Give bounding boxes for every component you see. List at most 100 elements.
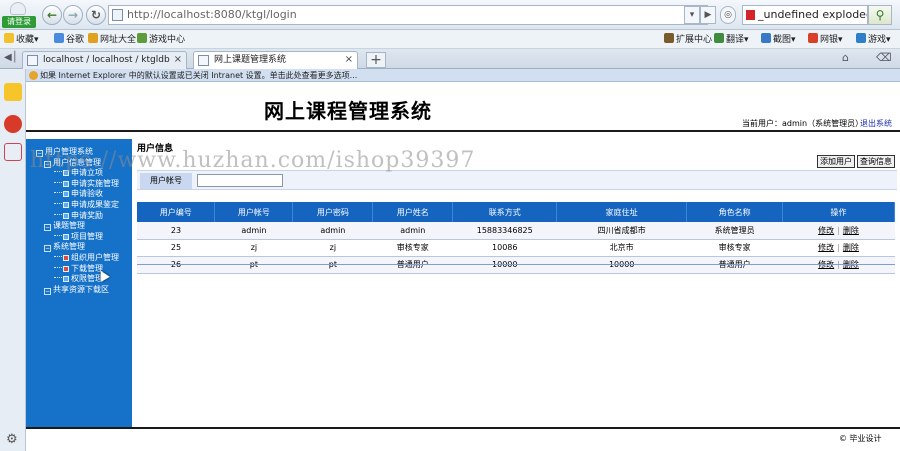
close-icon[interactable]: × xyxy=(345,52,353,68)
browser-side-strip: ⚙ xyxy=(0,69,26,451)
web-page: 网上课程管理系统 当前用户：admin（系统管理员） 退出系统 − 用户管理系统 −… xyxy=(26,83,900,451)
table-cell: 15883346825 xyxy=(452,222,557,240)
table-cell: zj xyxy=(214,239,293,257)
sidebar-item[interactable]: − 课题管理 xyxy=(44,221,85,232)
sidebar-item-label: 用户信息管理 xyxy=(53,157,101,167)
edit-link[interactable]: 修改 xyxy=(818,226,834,235)
fav-hao123[interactable]: 网址大全 xyxy=(88,33,136,46)
table-cell: 审核专家 xyxy=(686,239,783,257)
refresh-button[interactable]: ↻ xyxy=(86,5,106,25)
section-title: 用户信息 xyxy=(137,144,174,154)
table-cell: admin xyxy=(214,222,293,240)
sidebar-item[interactable]: − 共享资源下载区 xyxy=(44,285,109,295)
translate-tool[interactable]: 翻译▾ xyxy=(714,33,749,46)
games-tool[interactable]: 游戏▾ xyxy=(856,33,891,46)
search-input[interactable]: _undefined exploded archi xyxy=(742,5,868,25)
collapse-icon[interactable]: − xyxy=(44,245,51,253)
mail-icon[interactable] xyxy=(4,143,22,161)
collapse-icon[interactable]: − xyxy=(44,287,51,295)
table-cell: zj xyxy=(292,239,373,257)
trash-icon[interactable]: ⌫ xyxy=(876,51,892,64)
address-input[interactable]: http://localhost:8080/ktgl/login xyxy=(108,5,708,25)
user-account-input[interactable] xyxy=(197,174,283,187)
sidebar-item[interactable]: − 系统管理 xyxy=(44,242,85,253)
url-dropdown-button[interactable]: ▾ xyxy=(684,6,700,24)
column-header: 用户姓名 xyxy=(372,202,454,222)
page-icon xyxy=(63,265,69,272)
sidebar-item[interactable]: 申请奖励 xyxy=(54,211,103,221)
search-button[interactable]: ⚲ xyxy=(868,5,892,25)
fav-games[interactable]: 游戏中心 xyxy=(137,33,185,46)
filter-bar: 用户帐号 xyxy=(137,170,897,190)
screenshot-label: 截图 xyxy=(773,35,792,45)
sidebar-item-label: 申请实施管理 xyxy=(71,178,119,188)
new-tab-button[interactable]: + xyxy=(366,52,386,68)
sidebar-item[interactable]: 申请实施管理 xyxy=(54,179,119,189)
translate-label: 翻译 xyxy=(726,35,745,45)
delete-link[interactable]: 删除 xyxy=(843,226,859,235)
table-cell: 审核专家 xyxy=(372,239,453,257)
tree-connector xyxy=(54,234,62,236)
page-icon xyxy=(63,180,69,187)
sidebar-item[interactable]: 组织用户管理 xyxy=(54,253,119,263)
translate-icon xyxy=(714,33,724,43)
extension-center[interactable]: 扩展中心 xyxy=(664,33,712,46)
sidebar-item[interactable]: − 用户信息管理 xyxy=(44,158,101,168)
games-tool-label: 游戏 xyxy=(868,35,887,45)
sidebar-toggle-icon[interactable]: ◀│ xyxy=(4,52,18,63)
browser-toolbar: 请登录 ← → ↻ http://localhost:8080/ktgl/log… xyxy=(0,0,900,30)
favorites-bar: 收藏▾ 谷歌 网址大全 游戏中心 扩展中心 翻译▾ 截图▾ 网银▾ 游戏▾ xyxy=(0,30,900,49)
go-button[interactable]: ▶ xyxy=(700,6,716,24)
column-header: 联系方式 xyxy=(452,202,558,222)
table-cell: 25 xyxy=(137,239,215,257)
page-icon xyxy=(63,170,69,177)
tree-connector xyxy=(54,192,62,194)
logout-link[interactable]: 退出系统 xyxy=(860,118,892,129)
sidebar-item[interactable]: 项目管理 xyxy=(54,232,103,242)
table-cell: 四川省成都市 xyxy=(556,222,687,240)
header-divider xyxy=(26,130,900,132)
search-engine-icon xyxy=(746,10,755,20)
screenshot-tool[interactable]: 截图▾ xyxy=(761,33,796,46)
login-button[interactable]: 请登录 xyxy=(2,2,36,28)
favorites-label: 收藏 xyxy=(16,35,35,45)
delete-link[interactable]: 删除 xyxy=(843,243,859,252)
fav-hao123-label: 网址大全 xyxy=(100,35,137,45)
favorites-menu[interactable]: 收藏▾ xyxy=(4,33,39,46)
gamepad-icon xyxy=(137,33,147,43)
sidebar-item[interactable]: 权限管理 xyxy=(54,274,103,284)
sidebar-item[interactable]: 申请成果鉴定 xyxy=(54,200,119,210)
table-cell: admin xyxy=(372,222,453,240)
settings-gear-icon[interactable]: ⚙ xyxy=(6,432,18,447)
back-button[interactable]: ← xyxy=(42,5,62,25)
home-icon[interactable]: ⌂ xyxy=(842,51,849,64)
sidebar-item-label: 系统管理 xyxy=(53,242,85,252)
forward-button[interactable]: → xyxy=(63,5,83,25)
table-cell: 北京市 xyxy=(556,239,687,257)
bank-tool[interactable]: 网银▾ xyxy=(808,33,843,46)
collapse-icon[interactable]: − xyxy=(36,150,43,157)
tab-phpmyadmin[interactable]: localhost / localhost / ktgldb × xyxy=(22,51,187,69)
collapse-icon[interactable]: − xyxy=(44,224,51,232)
sidebar-item[interactable]: − 用户管理系统 xyxy=(36,147,93,157)
search-text: _undefined exploded archi xyxy=(758,8,868,21)
table-cell: 系统管理员 xyxy=(686,222,783,240)
table-cell: 23 xyxy=(137,222,215,240)
favorites-star-icon[interactable] xyxy=(4,83,22,101)
ie-info-bar[interactable]: 如果 Internet Explorer 中的默认设置或已关闭 Intranet… xyxy=(26,69,900,82)
collapse-icon[interactable]: − xyxy=(44,160,51,168)
tree-connector xyxy=(54,277,62,279)
query-button[interactable]: 查询信息 xyxy=(857,155,895,168)
tab-course-system[interactable]: 网上课题管理系统 × xyxy=(193,51,358,70)
fav-google[interactable]: 谷歌 xyxy=(54,33,84,46)
weibo-icon[interactable] xyxy=(4,115,22,133)
table-header-row: 用户编号 用户帐号 用户密码 用户姓名 联系方式 家庭住址 角色名称 操作 xyxy=(137,202,895,222)
close-icon[interactable]: × xyxy=(174,52,182,68)
table-cell: admin xyxy=(292,222,373,240)
shield-icon[interactable]: ◎ xyxy=(720,6,736,24)
add-user-button[interactable]: 添加用户 xyxy=(817,155,855,168)
sidebar-item[interactable]: 申请立项 xyxy=(54,168,103,178)
sidebar-item[interactable]: 申请验收 xyxy=(54,189,103,199)
page-icon xyxy=(198,55,209,66)
edit-link[interactable]: 修改 xyxy=(818,243,834,252)
